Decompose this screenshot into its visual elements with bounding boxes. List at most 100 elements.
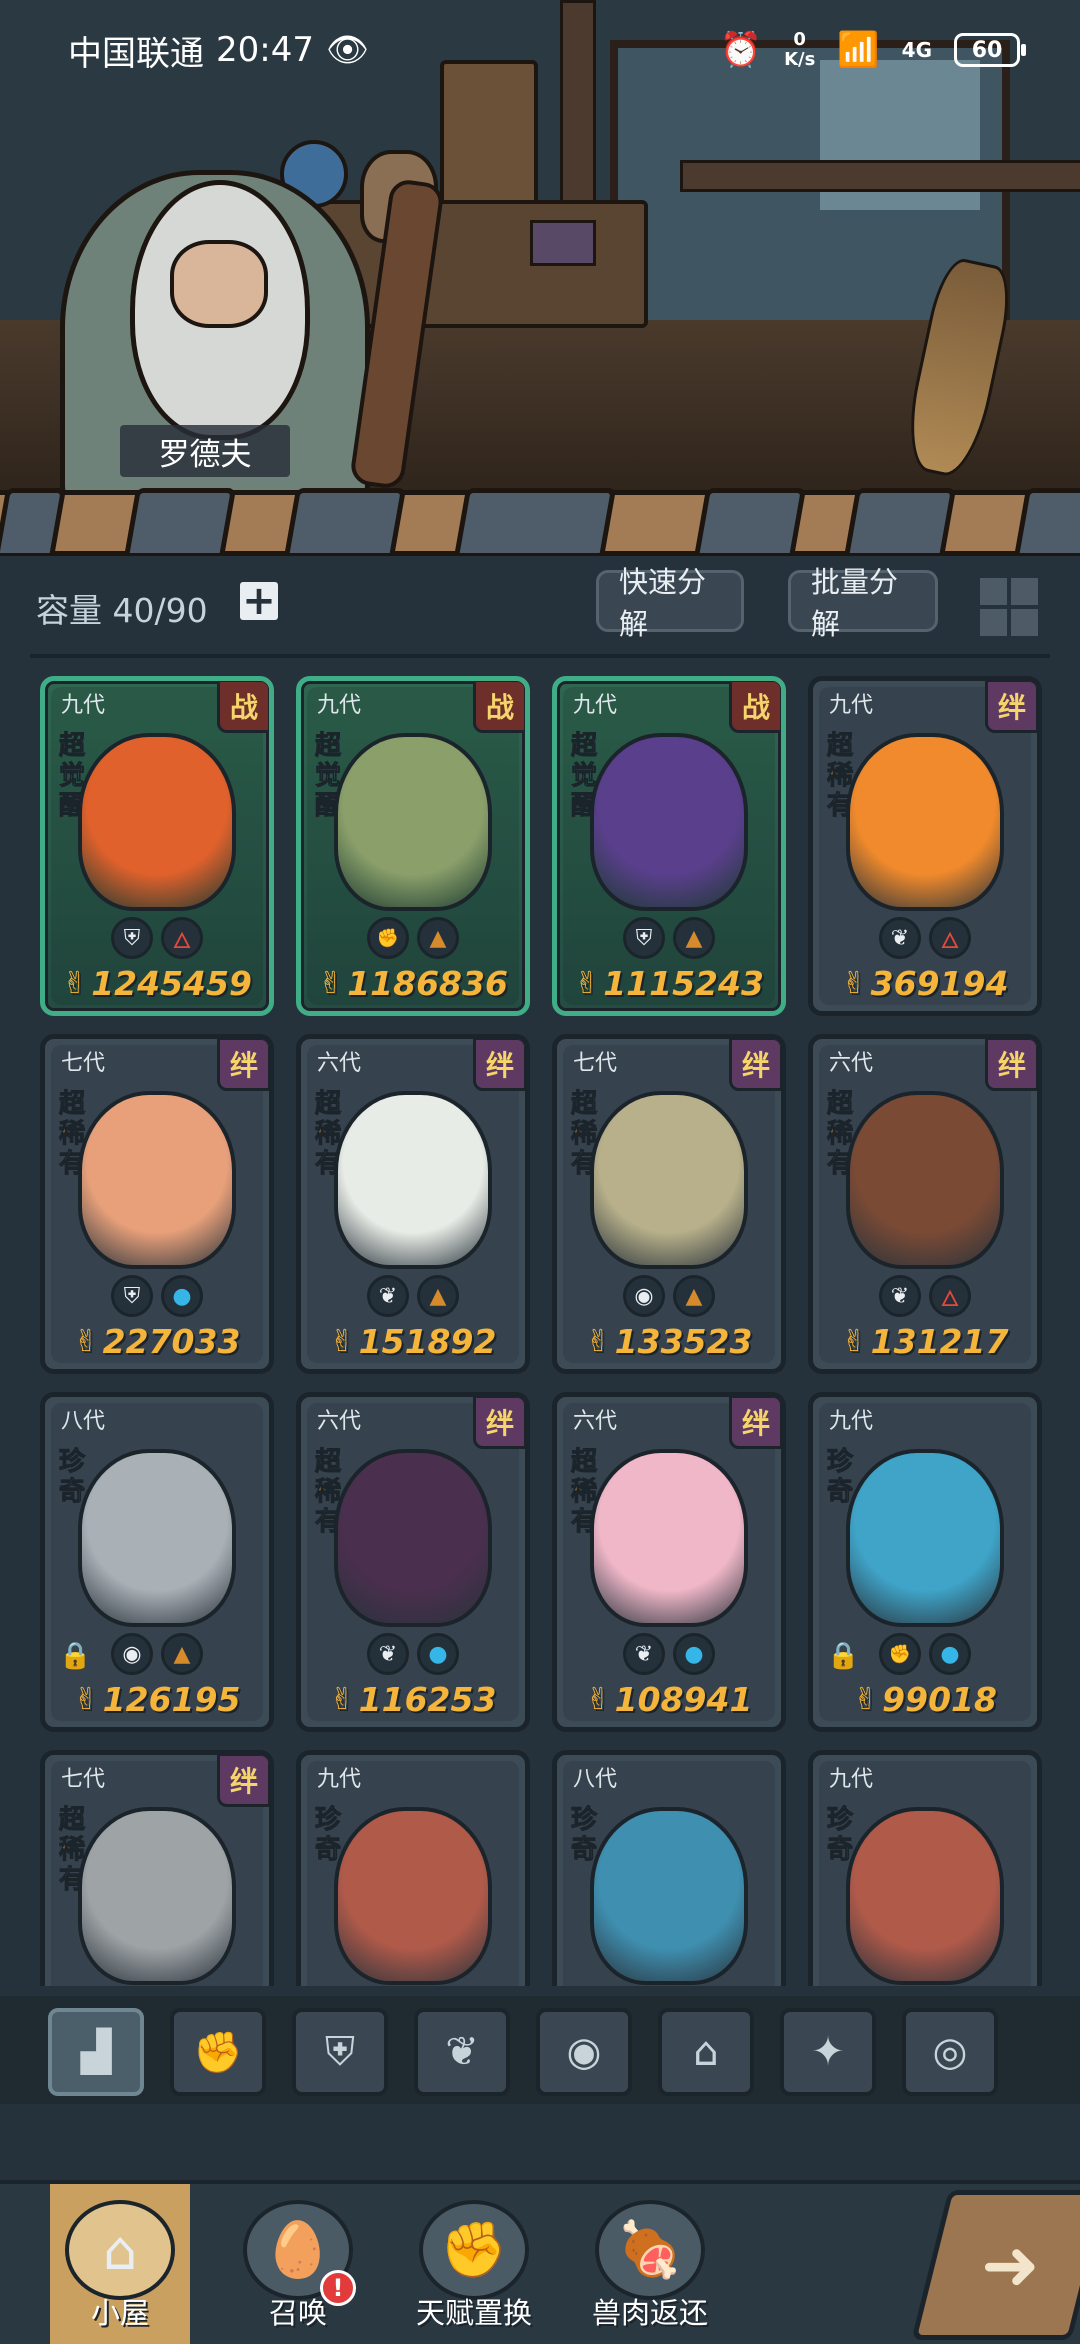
pet-card[interactable]: 七代绊超稀有 (40, 1750, 274, 1986)
wifi-icon: 📶 (837, 30, 880, 70)
water-icon (417, 1633, 459, 1675)
fist-icon: ✊ (419, 2200, 529, 2300)
power-icon: ✌ (853, 1681, 879, 1717)
power-icon: ✌ (841, 1323, 867, 1359)
status-bar: 中国联通 20:47 👁 ⏰ 0 K/s 📶 4G 60 (0, 0, 1080, 100)
pet-card[interactable]: 七代绊超稀有✌227033 (40, 1034, 274, 1374)
pet-portrait (334, 1449, 492, 1627)
trait-row (557, 1275, 781, 1317)
pet-card[interactable]: 七代绊超稀有✌133523 (552, 1034, 786, 1374)
power-value: ✌ 133523 (557, 1319, 781, 1363)
pet-portrait (590, 1449, 748, 1627)
power-value: ✌ 227033 (45, 1319, 269, 1363)
all-blocks-icon[interactable]: ▟ (48, 2008, 144, 2096)
generation-label: 六代 (573, 1409, 618, 1434)
power-number: 1186836 (347, 963, 508, 1003)
pet-card[interactable]: 八代珍奇🔒✌126195 (40, 1392, 274, 1732)
power-icon: ✌ (329, 1681, 355, 1717)
plus-icon[interactable]: + (240, 581, 278, 621)
power-number: 227033 (102, 1321, 241, 1361)
pet-portrait (590, 1807, 748, 1985)
power-number: 126195 (102, 1679, 241, 1719)
grid-view-icon[interactable] (980, 578, 1038, 636)
power-icon: ✌ (841, 965, 867, 1001)
tower-icon[interactable]: ⌂ (658, 2008, 754, 2096)
nav-item-hut[interactable]: ⌂ 小屋 (50, 2184, 190, 2344)
capacity-label: 容量 40/90 (36, 591, 208, 630)
pet-portrait (590, 1091, 748, 1269)
star-compass-icon[interactable]: ✦ (780, 2008, 876, 2096)
trait-row (45, 1275, 269, 1317)
pet-card[interactable]: 八代 珍奇 (552, 1750, 786, 1986)
filter-bar: ▟ ✊ ⛨ ❦ ◉ ⌂ ✦ ◎ (0, 1996, 1080, 2104)
trait-row (301, 917, 525, 959)
fist-icon[interactable]: ✊ (170, 2008, 266, 2096)
pet-card[interactable]: 六代绊超稀有✌131217 (808, 1034, 1042, 1374)
role-badge: 绊 (473, 1039, 525, 1091)
role-badge: 绊 (473, 1397, 525, 1449)
trait-row (301, 1275, 525, 1317)
role-badge: 绊 (985, 1039, 1037, 1091)
nav-item-fist[interactable]: ✊ 天赋置换 (404, 2184, 544, 2344)
pet-portrait (590, 733, 748, 911)
npc-name-label: 罗德夫 (120, 425, 290, 477)
pet-portrait (846, 733, 1004, 911)
pet-portrait (846, 1807, 1004, 1985)
leaf-icon (367, 1275, 409, 1317)
role-badge: 绊 (729, 1039, 781, 1091)
pet-card[interactable]: 九代战超觉醒✌1245459 (40, 676, 274, 1016)
pet-card[interactable]: 九代战超觉醒✌1186836 (296, 676, 530, 1016)
hut-icon: ⌂ (65, 2200, 175, 2300)
earth-icon (417, 917, 459, 959)
power-number: 1115243 (603, 963, 764, 1003)
role-badge: 战 (217, 681, 269, 733)
power-value: ✌ 99018 (813, 1677, 1037, 1721)
eye-icon[interactable]: ◉ (536, 2008, 632, 2096)
generation-label: 六代 (317, 1409, 362, 1434)
trait-row (813, 917, 1037, 959)
trait-row (301, 1633, 525, 1675)
nav-item-egg[interactable]: 🥚 召唤 (228, 2184, 368, 2344)
leaf-icon[interactable]: ❦ (414, 2008, 510, 2096)
pet-card[interactable]: 六代绊超稀有✌151892 (296, 1034, 530, 1374)
ledge-stone (453, 488, 617, 558)
power-number: 369194 (870, 963, 1009, 1003)
pet-card[interactable]: 九代绊超稀有✌369194 (808, 676, 1042, 1016)
pet-card[interactable]: 六代绊超稀有✌116253 (296, 1392, 530, 1732)
pet-portrait (78, 733, 236, 911)
trait-row (813, 1275, 1037, 1317)
earth-icon (417, 1275, 459, 1317)
pet-card[interactable]: 九代战超觉醒✌1115243 (552, 676, 786, 1016)
generation-label: 七代 (573, 1051, 618, 1076)
role-badge: 绊 (217, 1039, 269, 1091)
ledge-stone (693, 488, 807, 558)
nav-item-meat[interactable]: 🍖 兽肉返还 (580, 2184, 720, 2344)
fire-icon (161, 917, 203, 959)
alert-badge: ! (320, 2270, 356, 2306)
role-badge: 战 (473, 681, 525, 733)
power-icon: ✌ (62, 965, 88, 1001)
role-badge: 绊 (985, 681, 1037, 733)
net-speed-value: 0 (793, 29, 806, 50)
power-number: 131217 (870, 1321, 1009, 1361)
generation-label: 七代 (61, 1051, 106, 1076)
pet-card[interactable]: 九代 珍奇 (808, 1750, 1042, 1986)
power-icon: ✌ (329, 1323, 355, 1359)
pet-card-grid: 九代战超觉醒✌1245459九代战超觉醒✌1186836九代战超觉醒✌11152… (0, 676, 1080, 1986)
generation-label: 九代 (317, 1767, 362, 1792)
pet-card[interactable]: 九代珍奇🔒✌99018 (808, 1392, 1042, 1732)
pet-portrait (78, 1807, 236, 1985)
swirl-icon[interactable]: ◎ (902, 2008, 998, 2096)
generation-label: 七代 (61, 1767, 106, 1792)
quick-decompose-button[interactable]: 快速分解 (596, 565, 744, 641)
shield-icon (623, 917, 665, 959)
generation-label: 八代 (61, 1409, 106, 1434)
batch-decompose-button[interactable]: 批量分解 (788, 565, 938, 641)
role-badge: 战 (729, 681, 781, 733)
shield-icon[interactable]: ⛨ (292, 2008, 388, 2096)
power-icon: ✌ (574, 965, 600, 1001)
pet-card[interactable]: 九代 珍奇 (296, 1750, 530, 1986)
pet-card[interactable]: 六代绊超稀有✌108941 (552, 1392, 786, 1732)
power-number: 1245459 (91, 963, 252, 1003)
earth-icon (161, 1633, 203, 1675)
